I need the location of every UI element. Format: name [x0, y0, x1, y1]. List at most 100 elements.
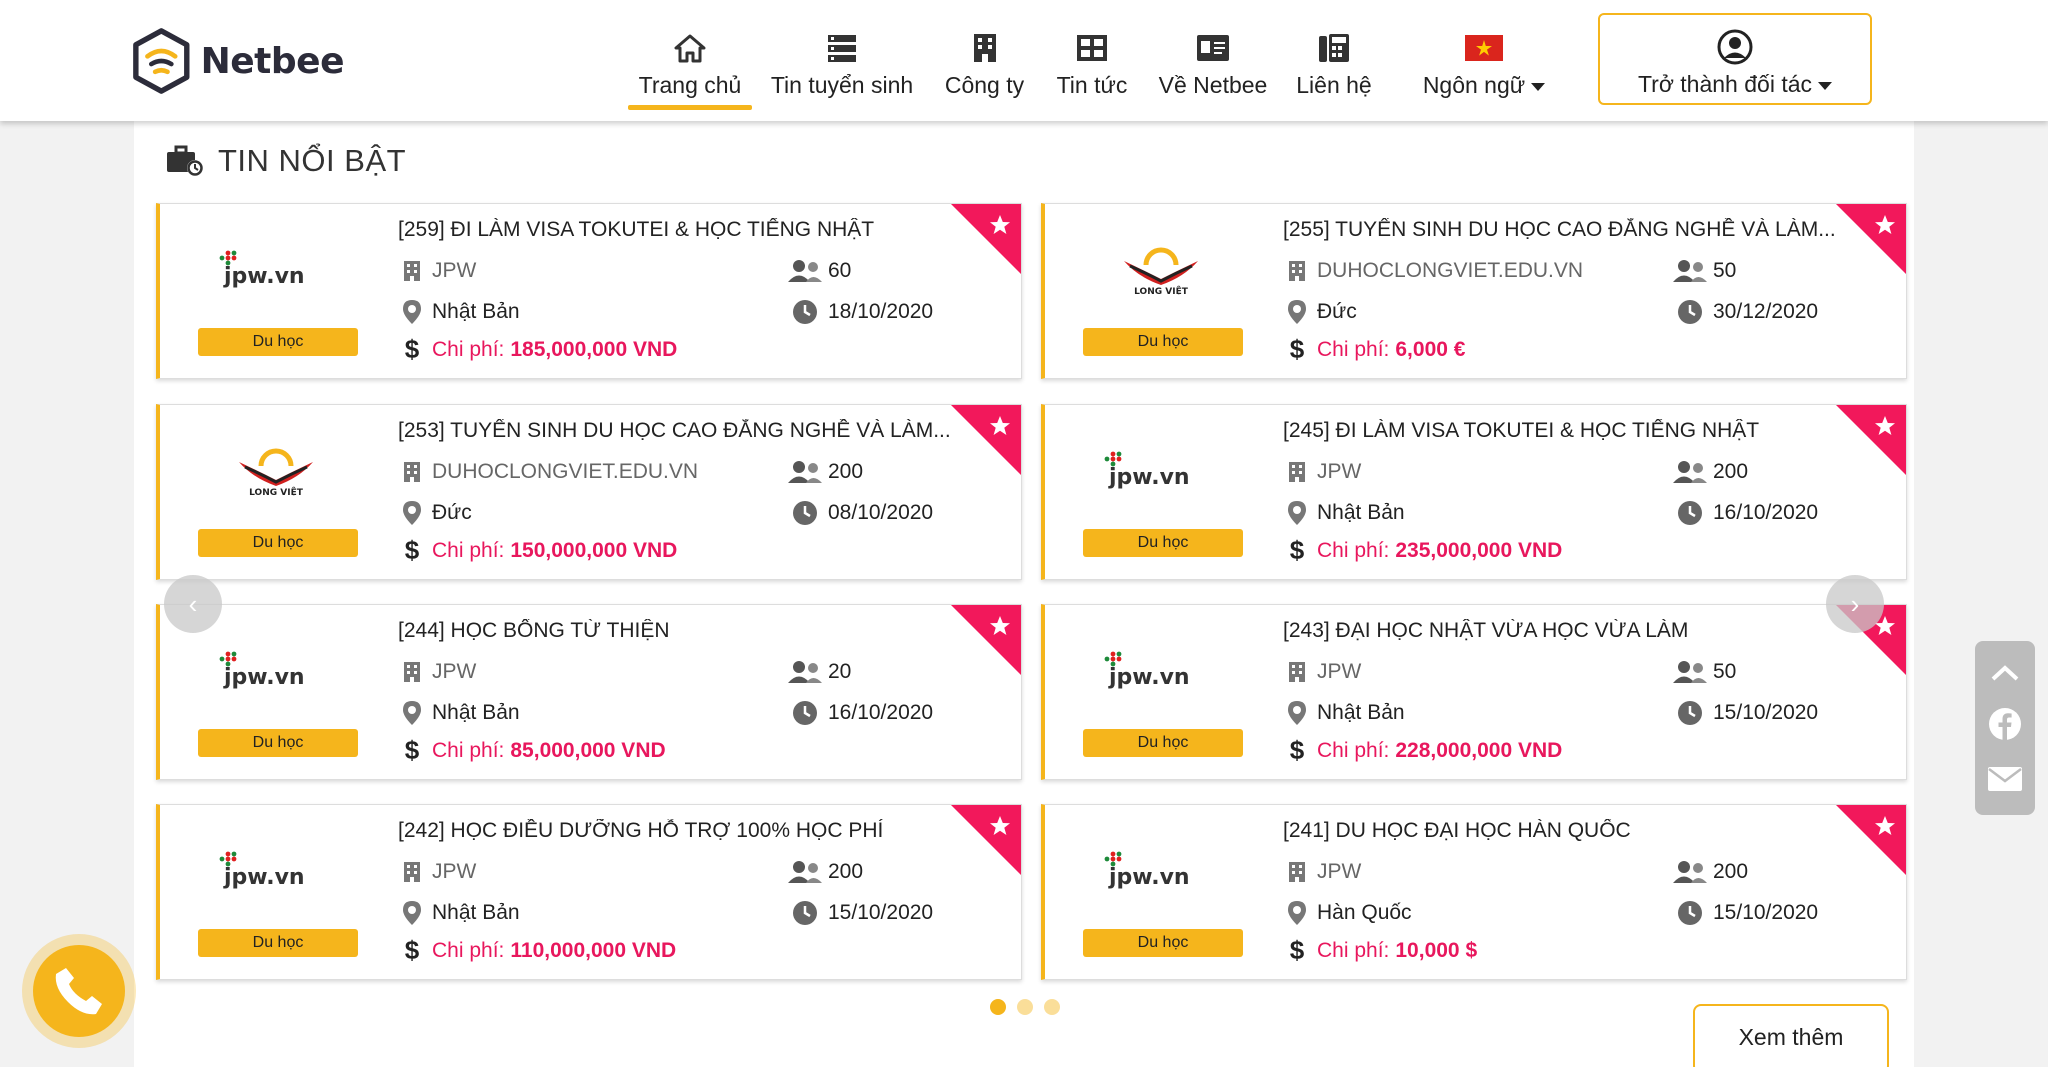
slots-row: 200	[788, 860, 863, 884]
mail-icon	[1988, 767, 2022, 792]
dollar-icon: $	[1289, 334, 1305, 364]
category-badge[interactable]: Du học	[1083, 328, 1243, 356]
carousel-prev-button[interactable]: ‹	[164, 575, 222, 633]
site-header: Netbee Trang chủ Tin tuyển sinh Công ty …	[0, 0, 2048, 121]
company-logo[interactable]: LONG VIỆT	[196, 433, 356, 503]
nav-item-admissions[interactable]: Tin tuyển sinh	[768, 30, 916, 99]
job-card[interactable]: jpw.vn Du học [245] ĐI LÀM VISA TOKUTEI …	[1041, 404, 1907, 580]
company-name: DUHOCLONGVIET.EDU.VN	[1317, 259, 1584, 282]
become-partner-button[interactable]: Trở thành đối tác	[1598, 13, 1872, 105]
nav-item-about[interactable]: Về Netbee	[1152, 30, 1274, 99]
section-title: TIN NỔI BẬT	[218, 143, 407, 178]
company-logo[interactable]: jpw.vn	[196, 232, 356, 302]
company-logo[interactable]: LONG VIỆT	[1081, 232, 1241, 302]
slots-row: 50	[1673, 660, 1736, 684]
call-button[interactable]	[22, 934, 136, 1048]
cost-label: Chi phí:	[432, 337, 505, 361]
chevron-right-icon: ›	[1850, 588, 1860, 619]
company-logo[interactable]: jpw.vn	[196, 833, 356, 903]
dollar-icon: $	[1289, 535, 1305, 565]
floating-social-bar	[1975, 641, 2035, 815]
deadline-row: 30/12/2020	[1673, 299, 1818, 325]
building-icon	[973, 34, 996, 62]
carousel-dot[interactable]	[990, 999, 1006, 1015]
users-icon	[1673, 461, 1707, 483]
company-logo[interactable]: jpw.vn	[196, 633, 356, 703]
company-logo[interactable]: jpw.vn	[1081, 433, 1241, 503]
job-title[interactable]: [255] TUYỂN SINH DU HỌC CAO ĐẲNG NGHỀ VÀ…	[1283, 218, 1858, 242]
job-title[interactable]: [259] ĐI LÀM VISA TOKUTEI & HỌC TIẾNG NH…	[398, 218, 973, 242]
job-card[interactable]: jpw.vn Du học [241] DU HỌC ĐẠI HỌC HÀN Q…	[1041, 804, 1907, 980]
company-logo[interactable]: jpw.vn	[1081, 833, 1241, 903]
nav-item-news[interactable]: Tin tức	[1052, 30, 1132, 99]
job-card[interactable]: jpw.vn Du học [244] HỌC BỔNG TỪ THIỆN JP…	[156, 604, 1022, 780]
company-name: JPW	[1317, 860, 1362, 883]
carousel-dot[interactable]	[1044, 999, 1060, 1015]
star-icon[interactable]	[1874, 815, 1896, 837]
star-icon[interactable]	[1874, 415, 1896, 437]
job-card[interactable]: jpw.vn Du học [242] HỌC ĐIỀU DƯỠNG HỖ TR…	[156, 804, 1022, 980]
location-text: Nhật Bản	[1317, 501, 1405, 524]
cost-label: Chi phí:	[432, 738, 505, 762]
jpw-logo: jpw.vn	[1104, 651, 1190, 690]
user-circle-icon	[1717, 29, 1753, 65]
category-badge[interactable]: Du học	[198, 729, 358, 757]
star-icon[interactable]	[989, 815, 1011, 837]
category-badge[interactable]: Du học	[198, 328, 358, 356]
category-badge[interactable]: Du học	[1083, 929, 1243, 957]
company-name: JPW	[432, 860, 477, 883]
caret-down-icon	[1818, 81, 1833, 90]
cost-label: Chi phí:	[432, 938, 505, 962]
jpw-logo: jpw.vn	[219, 851, 305, 890]
jpw-logo: jpw.vn	[1104, 851, 1190, 890]
clock-icon	[1678, 300, 1702, 324]
job-title[interactable]: [253] TUYỂN SINH DU HỌC CAO ĐẲNG NGHỀ VÀ…	[398, 419, 973, 443]
language-dropdown[interactable]: Ngôn ngữ	[1418, 30, 1550, 99]
facebook-button[interactable]	[1988, 707, 2022, 741]
star-icon[interactable]	[1874, 214, 1896, 236]
view-more-button[interactable]: Xem thêm	[1693, 1004, 1889, 1067]
star-icon[interactable]	[989, 415, 1011, 437]
email-button[interactable]	[1987, 766, 2023, 792]
location-row: Nhật Bản	[398, 700, 520, 726]
company-logo[interactable]: jpw.vn	[1081, 633, 1241, 703]
category-badge[interactable]: Du học	[198, 929, 358, 957]
phone-icon	[55, 968, 102, 1015]
company-name: JPW	[1317, 460, 1362, 483]
scroll-top-button[interactable]	[1990, 664, 2020, 682]
location-row: Đức	[1283, 299, 1357, 325]
job-title[interactable]: [245] ĐI LÀM VISA TOKUTEI & HỌC TIẾNG NH…	[1283, 419, 1858, 443]
job-title[interactable]: [241] DU HỌC ĐẠI HỌC HÀN QUỐC	[1283, 819, 1858, 843]
star-icon[interactable]	[989, 214, 1011, 236]
company-row: JPW	[1283, 660, 1361, 684]
job-card[interactable]: LONG VIỆT Du học [255] TUYỂN SINH DU HỌC…	[1041, 203, 1907, 379]
slots-row: 200	[1673, 460, 1748, 484]
cost-row: $ Chi phí: 110,000,000 VND	[398, 935, 676, 966]
category-badge[interactable]: Du học	[1083, 729, 1243, 757]
job-title[interactable]: [242] HỌC ĐIỀU DƯỠNG HỖ TRỢ 100% HỌC PHÍ	[398, 819, 973, 843]
building-icon	[1289, 261, 1305, 281]
category-badge[interactable]: Du học	[1083, 529, 1243, 557]
carousel-next-button[interactable]: ›	[1826, 575, 1884, 633]
map-pin-icon	[1288, 501, 1306, 525]
category-badge[interactable]: Du học	[198, 529, 358, 557]
nav-item-contact[interactable]: Liên hệ	[1290, 30, 1378, 99]
cost-row: $ Chi phí: 235,000,000 VND	[1283, 535, 1563, 566]
nav-item-home[interactable]: Trang chủ	[628, 30, 752, 110]
cost-row: $ Chi phí: 150,000,000 VND	[398, 535, 678, 566]
cost-value: 6,000 €	[1395, 337, 1466, 361]
svg-text:jpw.vn: jpw.vn	[1108, 665, 1190, 690]
facebook-icon	[1989, 707, 2021, 740]
job-card[interactable]: jpw.vn Du học [243] ĐẠI HỌC NHẬT VỪA HỌC…	[1041, 604, 1907, 780]
nav-label: Về Netbee	[1158, 72, 1268, 98]
carousel-dot[interactable]	[1017, 999, 1033, 1015]
job-card[interactable]: LONG VIỆT Du học [253] TUYỂN SINH DU HỌC…	[156, 404, 1022, 580]
job-card[interactable]: jpw.vn Du học [259] ĐI LÀM VISA TOKUTEI …	[156, 203, 1022, 379]
job-title[interactable]: [243] ĐẠI HỌC NHẬT VỪA HỌC VỪA LÀM	[1283, 619, 1858, 643]
deadline-row: 15/10/2020	[788, 900, 933, 926]
netbee-logo[interactable]: Netbee	[132, 19, 345, 103]
job-title[interactable]: [244] HỌC BỔNG TỪ THIỆN	[398, 619, 973, 643]
star-icon[interactable]	[989, 615, 1011, 637]
nav-item-company[interactable]: Công ty	[937, 30, 1032, 99]
vietnam-flag-icon	[1465, 35, 1503, 61]
